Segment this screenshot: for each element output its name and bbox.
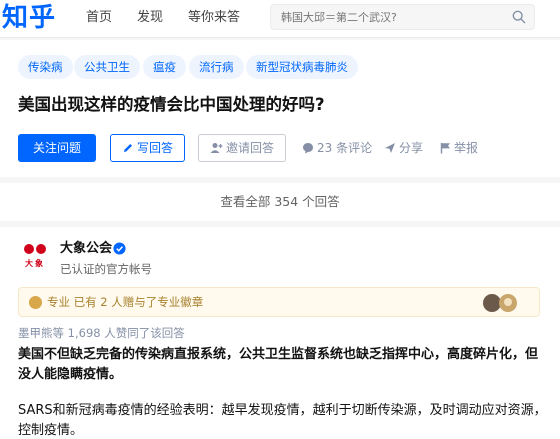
avatar[interactable]: 大象 xyxy=(18,239,52,273)
avatar-text: 大象 xyxy=(25,259,45,268)
question-title[interactable]: 美国出现这样的疫情会比中国处理的好吗? xyxy=(18,94,325,116)
write-answer-label: 写回答 xyxy=(136,141,173,155)
topic-tag[interactable]: 新型冠状病毒肺炎 xyxy=(246,55,358,79)
professional-badge-text: 专业 已有 2 人赠与了专业徽章 xyxy=(47,295,204,309)
verified-badge-icon xyxy=(113,242,126,255)
add-user-icon xyxy=(210,143,223,153)
comments-label: 23 条评论 xyxy=(317,141,373,155)
follow-question-button[interactable]: 关注问题 xyxy=(18,134,96,162)
badge-giver-avatars xyxy=(483,294,517,312)
search-input[interactable] xyxy=(271,5,501,29)
topic-tag[interactable]: 瘟疫 xyxy=(143,55,186,79)
view-all-answers-link[interactable]: 查看全部 354 个回答 xyxy=(0,183,560,221)
upvote-summary: 墨甲熊等 1,698 人赞同了该回答 xyxy=(18,326,185,340)
report-button[interactable]: 举报 xyxy=(440,140,478,156)
nav-discover[interactable]: 发现 xyxy=(137,9,163,27)
answer-paragraph-bold: 美国不但缺乏完备的传染病直报系统，公共卫生监督系统也缺乏指挥中心，高度碎片化，但… xyxy=(18,347,539,382)
search-icon[interactable] xyxy=(512,10,526,24)
share-button[interactable]: 分享 xyxy=(384,140,423,156)
topic-tag[interactable]: 传染病 xyxy=(18,55,73,79)
flag-icon xyxy=(440,143,450,154)
topic-tag[interactable]: 公共卫生 xyxy=(74,55,140,79)
zhihu-logo[interactable]: 知乎 xyxy=(2,2,56,34)
share-label: 分享 xyxy=(399,141,424,155)
author-description: 已认证的官方帐号 xyxy=(60,262,152,276)
top-navigation-bar: 知乎 首页 发现 等你来答 xyxy=(0,0,560,38)
pencil-icon xyxy=(123,144,132,152)
answer-card: 大象 大象公会 已认证的官方帐号 专业 已有 2 人赠与了专业徽章 墨甲熊等 1… xyxy=(0,227,560,439)
invite-answer-label: 邀请回答 xyxy=(225,141,274,155)
nav-waiting-answer[interactable]: 等你来答 xyxy=(188,9,240,27)
professional-badge-bar[interactable]: 专业 已有 2 人赠与了专业徽章 xyxy=(18,287,540,317)
report-label: 举报 xyxy=(454,141,479,155)
question-header-card: 传染病 公共卫生 瘟疫 流行病 新型冠状病毒肺炎 美国出现这样的疫情会比中国处理… xyxy=(0,40,560,177)
nav-home[interactable]: 首页 xyxy=(86,9,112,27)
topic-tag[interactable]: 流行病 xyxy=(189,55,244,79)
author-name[interactable]: 大象公会 xyxy=(60,240,112,258)
invite-answer-button[interactable]: 邀请回答 xyxy=(198,134,286,162)
answer-paragraph: SARS和新冠病毒疫情的经验表明：越早发现疫情，越利于切断传染源，及时调动应对资… xyxy=(18,403,547,438)
search-box xyxy=(270,4,535,30)
professional-badge-icon xyxy=(29,296,42,309)
share-arrow-icon xyxy=(385,143,395,153)
comment-icon xyxy=(303,143,313,154)
write-answer-button[interactable]: 写回答 xyxy=(110,134,185,162)
comments-button[interactable]: 23 条评论 xyxy=(302,140,372,156)
